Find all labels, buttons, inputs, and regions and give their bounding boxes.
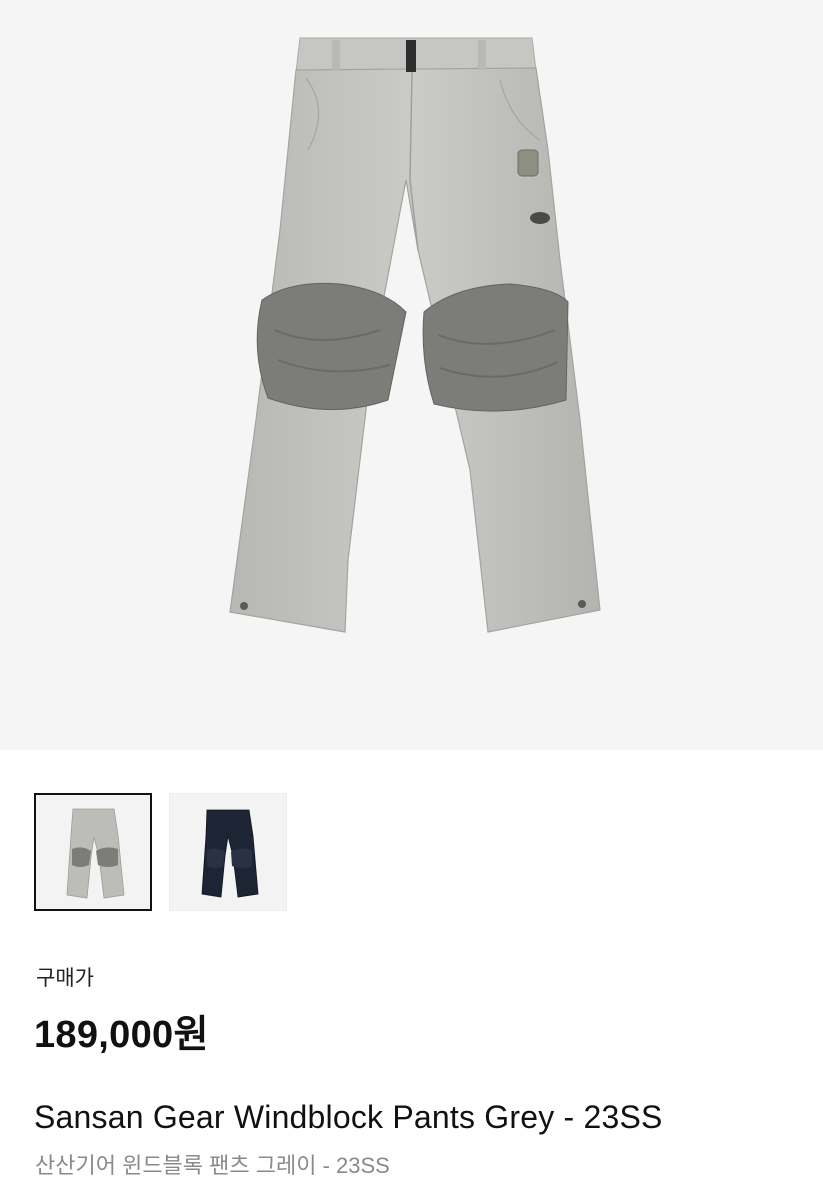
thumbnail-grey[interactable] (34, 793, 152, 911)
price-value: 189,000원 (34, 1014, 209, 1056)
pants-grey-thumbnail-icon (66, 808, 125, 899)
price-label: 구매가 (36, 967, 94, 990)
thumbnail-navy[interactable] (169, 793, 287, 911)
pants-navy-thumbnail-icon (201, 809, 259, 898)
pants-image (229, 37, 601, 633)
product-name-english: Sansan Gear Windblock Pants Grey - 23SS (34, 1099, 663, 1135)
product-hero-image (0, 0, 823, 750)
product-name-korean: 산산기어 윈드블록 팬츠 그레이 - 23SS (35, 1153, 390, 1178)
